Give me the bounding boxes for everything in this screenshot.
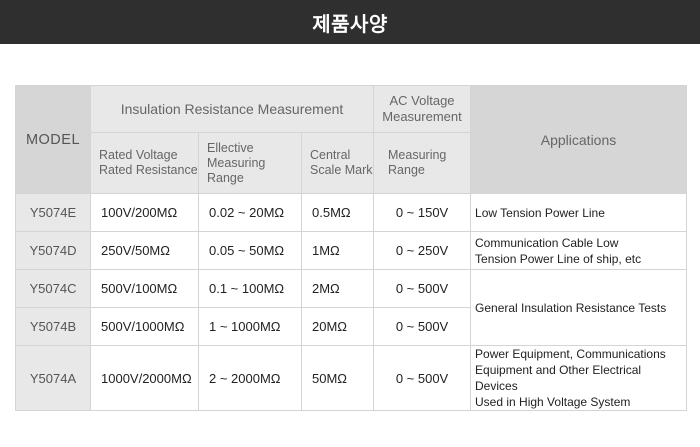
model-cell: Y5074A (15, 345, 91, 411)
model-cell: Y5074D (15, 231, 91, 270)
page-title: 제품사양 (312, 11, 388, 36)
table-row: Y5074D 250V/50MΩ 0.05 ~ 50MΩ 1MΩ 0 ~ 250… (15, 231, 688, 270)
ac-range-cell: 0 ~ 500V (373, 269, 472, 308)
model-cell: Y5074C (15, 269, 91, 308)
applications-header: Applications (470, 85, 688, 194)
application-cell: Low Tension Power Line (470, 193, 688, 232)
subheader-central-scale: Central Scale Mark (300, 132, 375, 194)
effective-range-cell: 1 ~ 1000MΩ (198, 307, 302, 346)
rated-cell: 100V/200MΩ (90, 193, 199, 232)
effective-range-cell: 0.1 ~ 100MΩ (198, 269, 302, 308)
application-cell: Communication Cable Low Tension Power Li… (470, 231, 688, 270)
ac-range-cell: 0 ~ 150V (373, 193, 472, 232)
subheader-measuring-range: Measuring Range (373, 132, 472, 194)
page-header: 제품사양 (0, 0, 700, 44)
effective-range-cell: 0.05 ~ 50MΩ (198, 231, 302, 270)
content-panel: MODEL Insulation Resistance Measurement … (0, 44, 700, 447)
effective-range-cell: 2 ~ 2000MΩ (198, 345, 302, 411)
table-row: Y5074E 100V/200MΩ 0.02 ~ 20MΩ 0.5MΩ 0 ~ … (15, 193, 688, 232)
spec-table: MODEL Insulation Resistance Measurement … (15, 85, 688, 411)
effective-range-cell: 0.02 ~ 20MΩ (198, 193, 302, 232)
central-scale-cell: 1MΩ (300, 231, 375, 270)
model-cell: Y5074E (15, 193, 91, 232)
central-scale-cell: 2MΩ (300, 269, 375, 308)
central-scale-cell: 50MΩ (300, 345, 375, 411)
ac-range-cell: 0 ~ 500V (373, 307, 472, 346)
group-header-insulation: Insulation Resistance Measurement (89, 85, 375, 133)
table-row: Y5074C 500V/100MΩ 0.1 ~ 100MΩ 2MΩ 0 ~ 50… (15, 269, 688, 346)
group-header-ac-voltage: AC Voltage Measurement (373, 85, 472, 133)
subheader-rated: Rated Voltage Rated Resistance (90, 132, 199, 194)
central-scale-cell: 0.5MΩ (300, 193, 375, 232)
subheader-effective-range: Ellective Measuring Range (198, 132, 302, 194)
table-row: Y5074A 1000V/2000MΩ 2 ~ 2000MΩ 50MΩ 0 ~ … (15, 345, 688, 411)
central-scale-cell: 20MΩ (300, 307, 375, 346)
rated-cell: 250V/50MΩ (90, 231, 199, 270)
model-cell: Y5074B (15, 307, 91, 346)
ac-range-cell: 0 ~ 500V (373, 345, 472, 411)
model-header: MODEL (15, 85, 91, 194)
application-cell: General Insulation Resistance Tests (470, 269, 688, 346)
ac-range-cell: 0 ~ 250V (373, 231, 472, 270)
rated-cell: 500V/1000MΩ (90, 307, 199, 346)
rated-cell: 500V/100MΩ (90, 269, 199, 308)
application-cell: Power Equipment, Communications Equipmen… (470, 345, 688, 411)
rated-cell: 1000V/2000MΩ (90, 345, 199, 411)
